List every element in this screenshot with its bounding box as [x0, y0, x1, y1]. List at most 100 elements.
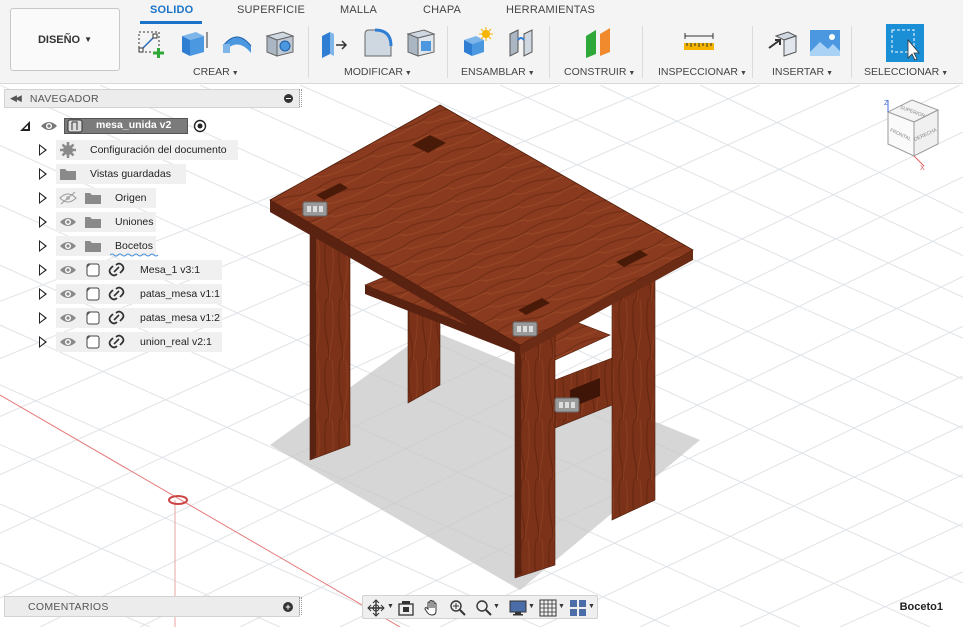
select-icon[interactable]: [886, 24, 924, 62]
eye-icon[interactable]: [40, 119, 58, 133]
component-icon: [67, 119, 83, 133]
browser-item-union-real-v2-1[interactable]: union_real v2:1: [0, 332, 240, 352]
hole-icon[interactable]: [263, 26, 297, 60]
viewports-icon[interactable]: [569, 599, 587, 617]
grid-settings-icon[interactable]: [539, 599, 557, 617]
look-at-icon[interactable]: [397, 599, 415, 617]
expand-root-icon[interactable]: [19, 120, 31, 132]
component-icon: [86, 287, 100, 301]
browser-item-origen[interactable]: Origen: [0, 188, 240, 208]
x-axis-label: X: [920, 165, 925, 172]
tab-malla[interactable]: MALLA: [340, 4, 377, 16]
minimize-browser-icon[interactable]: [284, 94, 293, 103]
pan-hand-icon[interactable]: [423, 599, 441, 617]
browser-item-label: Mesa_1 v3:1: [140, 264, 201, 276]
shell-icon[interactable]: [404, 26, 438, 60]
toolbar: DISEÑO ▼ SOLIDO SUPERFICIE MALLA CHAPA H…: [0, 0, 963, 84]
workspace-switcher-button[interactable]: DISEÑO ▼: [10, 8, 120, 71]
measure-icon[interactable]: [682, 26, 716, 60]
create-sketch-icon[interactable]: [135, 26, 169, 60]
expand-arrow-icon[interactable]: [39, 336, 47, 348]
expand-arrow-icon[interactable]: [39, 240, 47, 252]
viewports-menu-caret-icon[interactable]: ▼: [588, 603, 595, 610]
tab-solido[interactable]: SOLIDO: [150, 4, 193, 16]
add-comment-icon[interactable]: +: [283, 602, 293, 612]
browser-item-patas-mesa-v1-2[interactable]: patas_mesa v1:2: [0, 308, 240, 328]
extrude-icon[interactable]: [176, 26, 210, 60]
link-icon: [108, 286, 125, 301]
fillet-icon[interactable]: [361, 26, 395, 60]
browser-item-label: patas_mesa v1:1: [140, 288, 220, 300]
browser-item-label: Origen: [115, 192, 147, 204]
browser-item-vistas-guardadas[interactable]: Vistas guardadas: [0, 164, 240, 184]
display-settings-icon[interactable]: [509, 599, 527, 617]
eye-icon[interactable]: [59, 239, 77, 253]
expand-arrow-icon[interactable]: [39, 264, 47, 276]
insert-derive-icon[interactable]: [766, 26, 800, 60]
joint-icon-2: [512, 321, 538, 337]
active-sketch-label: Boceto1: [899, 601, 943, 613]
active-tab-indicator: [140, 21, 202, 24]
collapse-browser-icon[interactable]: ◀◀: [10, 93, 22, 104]
group-modificar-label[interactable]: MODIFICAR ▼: [344, 66, 412, 78]
group-inspeccionar-label[interactable]: INSPECCIONAR ▼: [658, 66, 747, 78]
eye-icon[interactable]: [59, 311, 77, 325]
group-ensamblar-label[interactable]: ENSAMBLAR ▼: [461, 66, 535, 78]
eye-icon[interactable]: [59, 335, 77, 349]
tab-chapa[interactable]: CHAPA: [423, 4, 461, 16]
browser-item-patas-mesa-v1-1[interactable]: patas_mesa v1:1: [0, 284, 240, 304]
fit-zoom-icon[interactable]: [475, 599, 493, 617]
root-component-row[interactable]: mesa_unida v2: [0, 116, 220, 136]
browser-item-configuraci-n-del-documento[interactable]: Configuración del documento: [0, 140, 240, 160]
activate-radio-icon[interactable]: [193, 119, 207, 133]
viewcube[interactable]: SUPERIOR FRONTAL DERECHA Z X: [880, 96, 944, 176]
comments-panel[interactable]: COMENTARIOS +: [4, 596, 300, 617]
folder-icon: [85, 241, 101, 252]
browser-title: NAVEGADOR: [29, 92, 99, 105]
tab-herramientas[interactable]: HERRAMIENTAS: [506, 4, 595, 16]
group-construir-label[interactable]: CONSTRUIR ▼: [564, 66, 635, 78]
z-axis-label: Z: [884, 100, 889, 107]
browser-item-mesa-1-v3-1[interactable]: Mesa_1 v3:1: [0, 260, 240, 280]
browser-resize-handle[interactable]: [299, 89, 302, 107]
browser-item-bocetos[interactable]: Bocetos: [0, 236, 240, 257]
browser-header[interactable]: ◀◀ NAVEGADOR: [4, 89, 300, 108]
folder-icon: [85, 193, 101, 204]
expand-arrow-icon[interactable]: [39, 168, 47, 180]
folder-icon: [85, 217, 101, 228]
comments-resize-handle[interactable]: [299, 597, 302, 615]
expand-arrow-icon[interactable]: [39, 312, 47, 324]
expand-arrow-icon[interactable]: [39, 216, 47, 228]
zoom-icon[interactable]: [449, 599, 467, 617]
offset-plane-icon[interactable]: [582, 26, 616, 60]
new-component-icon[interactable]: [460, 26, 494, 60]
browser-item-uniones[interactable]: Uniones: [0, 212, 240, 232]
eye-hidden-icon[interactable]: [59, 191, 77, 205]
expand-arrow-icon[interactable]: [39, 192, 47, 204]
revolve-icon[interactable]: [220, 26, 254, 60]
orbit-icon[interactable]: [367, 599, 385, 617]
press-pull-icon[interactable]: [318, 26, 352, 60]
joint-icon-1: [302, 201, 328, 217]
workspace-label: DISEÑO: [37, 33, 81, 46]
insert-image-icon[interactable]: [808, 26, 842, 60]
component-icon: [86, 263, 100, 277]
eye-icon[interactable]: [59, 263, 77, 277]
group-insertar-label[interactable]: INSERTAR ▼: [772, 66, 833, 78]
display-menu-caret-icon[interactable]: ▼: [528, 603, 535, 610]
group-crear-label[interactable]: CREAR ▼: [193, 66, 239, 78]
component-icon: [86, 335, 100, 349]
folder-icon: [60, 169, 76, 180]
orbit-menu-caret-icon[interactable]: ▼: [387, 603, 394, 610]
origin-marker: [168, 495, 188, 505]
eye-icon[interactable]: [59, 215, 77, 229]
eye-icon[interactable]: [59, 287, 77, 301]
joint-icon[interactable]: [504, 26, 538, 60]
browser-item-label: Vistas guardadas: [90, 168, 171, 180]
expand-arrow-icon[interactable]: [39, 288, 47, 300]
grid-menu-caret-icon[interactable]: ▼: [558, 603, 565, 610]
expand-arrow-icon[interactable]: [39, 144, 47, 156]
zoom-menu-caret-icon[interactable]: ▼: [493, 603, 500, 610]
group-seleccionar-label[interactable]: SELECCIONAR ▼: [864, 66, 948, 78]
tab-superficie[interactable]: SUPERFICIE: [237, 4, 305, 16]
